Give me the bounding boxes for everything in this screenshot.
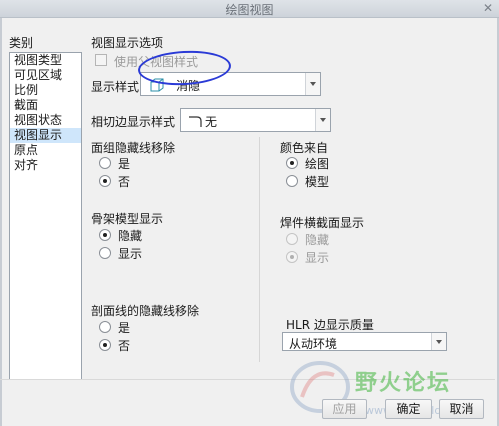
category-label: 类别 [9,36,34,50]
tangent-edge-label: 相切边显示样式 [91,115,176,129]
display-style-label: 显示样式 [91,80,140,94]
hlr-quality-value: 从动环境 [289,337,338,351]
section-hidden-line-label: 剖面线的隐藏线移除 [91,304,200,318]
section-hidden-line-no-radio[interactable] [99,339,111,351]
ok-button[interactable]: 确定 [385,399,432,419]
hlr-quality-select[interactable]: 从动环境 [282,332,447,351]
skeleton-display-label: 骨架模型显示 [91,212,164,226]
hidden-line-removal-yes-radio[interactable] [99,157,111,169]
column-divider [259,137,260,362]
category-item-visible-area[interactable]: 可见区域 [10,68,81,83]
chevron-down-icon[interactable] [305,73,320,95]
category-item-section[interactable]: 截面 [10,98,81,113]
skeleton-show-radio[interactable] [99,247,111,259]
hidden-line-removal-no-label: 否 [118,175,131,189]
category-item-scale[interactable]: 比例 [10,83,81,98]
tangent-edge-value: 无 [205,115,218,129]
title-bar: 绘图视图 ✕ [0,0,499,18]
hlr-quality-label: HLR 边显示质量 [286,318,374,332]
tangent-edge-select[interactable]: 无 [180,108,331,132]
category-item-alignment[interactable]: 对齐 [10,158,81,173]
category-list[interactable]: 视图类型 可见区域 比例 截面 视图状态 视图显示 原点 对齐 [9,52,82,380]
skeleton-hide-label: 隐藏 [118,229,143,243]
category-item-origin[interactable]: 原点 [10,143,81,158]
weld-section-hide-label: 隐藏 [305,233,330,247]
color-from-model-label: 模型 [305,175,330,189]
chevron-down-icon[interactable] [431,333,446,350]
window-title: 绘图视图 [225,3,274,17]
color-from-model-radio[interactable] [286,175,298,187]
category-item-view-display[interactable]: 视图显示 [10,128,81,143]
color-source-label: 颜色来自 [280,141,329,155]
skeleton-show-label: 显示 [118,247,143,261]
skeleton-hide-radio[interactable] [99,229,111,241]
weld-section-label: 焊件横截面显示 [280,216,365,230]
hidden-line-removal-no-radio[interactable] [99,175,111,187]
color-from-drawing-radio[interactable] [286,157,298,169]
section-hidden-line-yes-radio[interactable] [99,321,111,333]
apply-button[interactable]: 应用 [322,399,367,419]
view-display-options-title: 视图显示选项 [91,36,164,50]
weld-section-show-radio[interactable] [286,251,298,263]
section-hidden-line-no-label: 否 [118,339,131,353]
chevron-down-icon[interactable] [315,109,330,131]
cancel-button[interactable]: 取消 [439,399,484,419]
hidden-line-removal-yes-label: 是 [118,157,131,171]
weld-section-show-label: 显示 [305,251,330,265]
close-icon[interactable]: ✕ [483,1,493,15]
hidden-line-removal-label: 面组隐藏线移除 [91,141,176,155]
category-item-view-state[interactable]: 视图状态 [10,113,81,128]
tangent-edge-icon [189,116,202,127]
category-item-view-type[interactable]: 视图类型 [10,53,81,68]
section-hidden-line-yes-label: 是 [118,321,131,335]
use-parent-style-checkbox[interactable] [95,54,107,66]
color-from-drawing-label: 绘图 [305,157,330,171]
watermark-text: 野火论坛 [355,371,452,396]
weld-section-hide-radio[interactable] [286,233,298,245]
